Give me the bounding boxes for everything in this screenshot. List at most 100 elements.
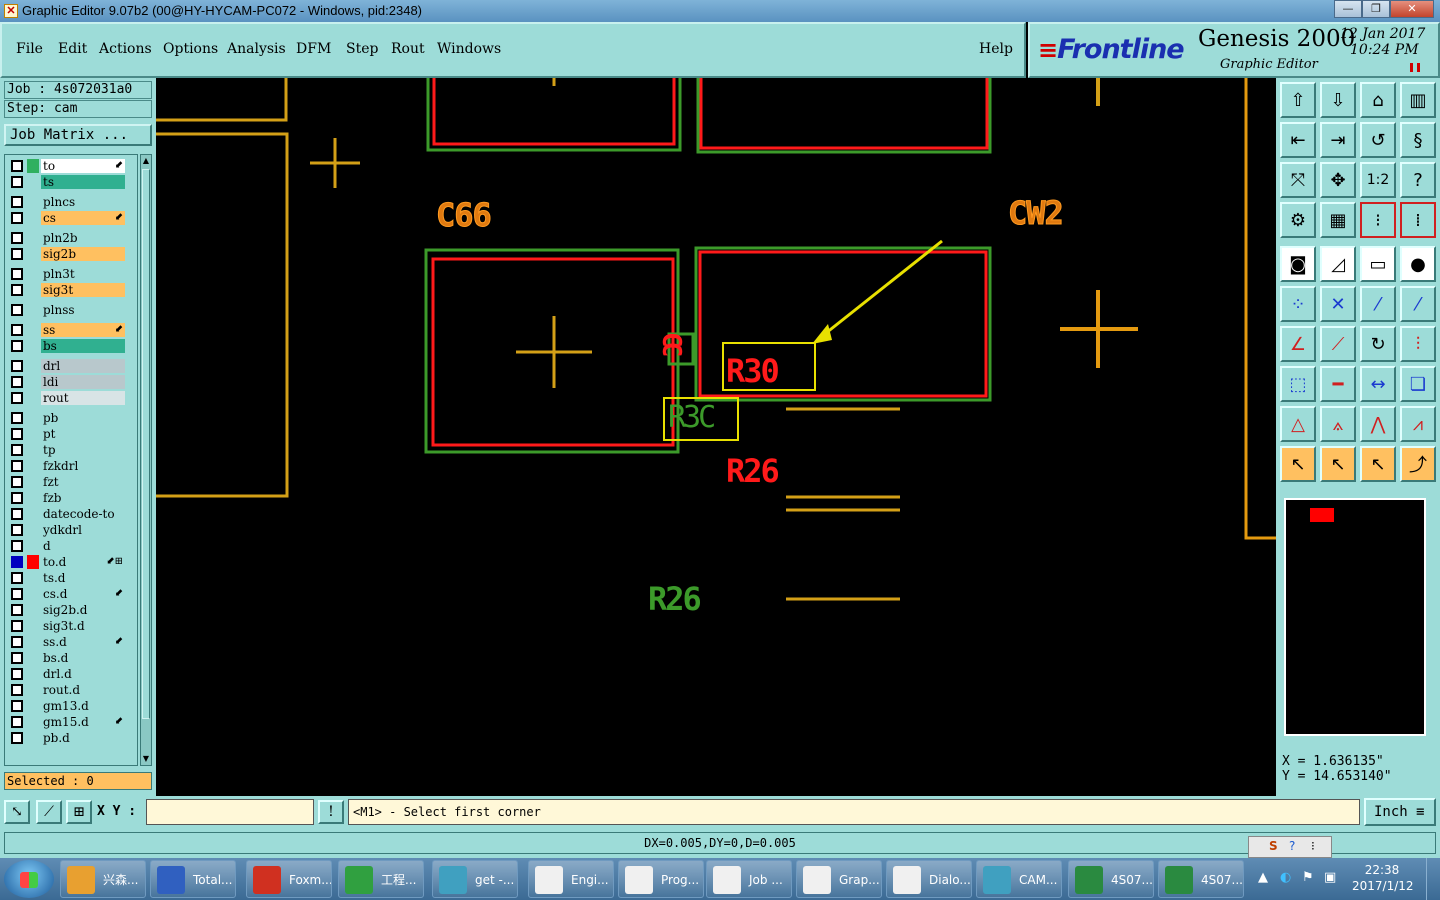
menu-analysis[interactable]: Analysis <box>227 41 286 57</box>
move-icon[interactable]: ⬚ <box>1280 366 1316 402</box>
layer-checkbox[interactable] <box>11 604 23 616</box>
layer-row[interactable]: plnss <box>5 302 137 318</box>
layer-row[interactable]: rout <box>5 390 137 406</box>
layer-checkbox[interactable] <box>11 196 23 208</box>
layer-checkbox[interactable] <box>11 428 23 440</box>
layer-row[interactable]: gm13.d <box>5 698 137 714</box>
select-circle-icon[interactable]: ↖ <box>1360 446 1396 482</box>
menu-windows[interactable]: Windows <box>437 41 501 57</box>
center-icon[interactable]: ✥ <box>1320 162 1356 198</box>
taskbar-item[interactable]: 4S07... <box>1158 860 1244 898</box>
layer-checkbox[interactable] <box>11 524 23 536</box>
layer-row[interactable]: ss.d ⬋ <box>5 634 137 650</box>
start-button[interactable] <box>4 860 54 898</box>
taskbar-clock[interactable]: 22:38 2017/1/12 <box>1352 862 1414 896</box>
layer-name[interactable]: ss ⬋ <box>41 323 125 337</box>
layer-name[interactable]: plncs <box>41 195 125 209</box>
zoom-in-icon[interactable]: ⇤ <box>1280 122 1316 158</box>
tray-network-app-icon[interactable]: ◐ <box>1280 870 1291 885</box>
peak-icon[interactable]: ⋀ <box>1360 406 1396 442</box>
layer-checkbox[interactable] <box>11 700 23 712</box>
job-matrix-button[interactable]: Job Matrix ... <box>4 124 152 146</box>
taskbar-item[interactable]: Dialo... <box>886 860 972 898</box>
layer-name[interactable]: gm13.d <box>41 699 125 713</box>
layer-name[interactable]: sig3t.d <box>41 619 125 633</box>
layer-name[interactable]: to ⬋ <box>41 159 125 173</box>
menu-actions[interactable]: Actions <box>99 41 152 57</box>
layer-row[interactable]: ss ⬋ <box>5 322 137 338</box>
layer-checkbox[interactable] <box>11 232 23 244</box>
layer-compare-icon[interactable]: ⁞ <box>1400 202 1436 238</box>
layer-row[interactable]: bs.d <box>5 650 137 666</box>
group-icon[interactable]: ❏ <box>1400 366 1436 402</box>
layer-row[interactable]: sig2b.d <box>5 602 137 618</box>
home-icon[interactable]: ⌂ <box>1360 82 1396 118</box>
layer-name[interactable]: bs <box>41 339 125 353</box>
layer-scrollbar[interactable]: ▲ ▼ <box>140 154 152 766</box>
menu-file[interactable]: File <box>16 41 43 57</box>
ruler-icon[interactable]: ▭ <box>1360 246 1396 282</box>
edge-icon[interactable]: ⫶ <box>1400 326 1436 362</box>
layer-checkbox[interactable] <box>11 268 23 280</box>
layer-row[interactable]: ldi <box>5 374 137 390</box>
minimize-button[interactable]: — <box>1334 0 1362 18</box>
layer-checkbox[interactable] <box>11 412 23 424</box>
scale-icon[interactable]: 1:2 <box>1360 162 1396 198</box>
layer-name[interactable]: pb.d <box>41 731 125 745</box>
layer-name[interactable]: pt <box>41 427 125 441</box>
layer-name[interactable]: bs.d <box>41 651 125 665</box>
layer-row[interactable]: datecode-to <box>5 506 137 522</box>
taskbar-item[interactable]: Foxm... <box>246 860 332 898</box>
layer-row[interactable]: cs.d ⬋ <box>5 586 137 602</box>
layer-checkbox[interactable] <box>11 732 23 744</box>
ime-menu-icon[interactable]: ⁝ <box>1311 839 1315 853</box>
snap-icon[interactable]: ◙ <box>1280 246 1316 282</box>
layer-name[interactable]: ldi <box>41 375 125 389</box>
unit-selector[interactable]: Inch ≡ <box>1364 798 1436 826</box>
taskbar-item[interactable]: 4S07... <box>1068 860 1154 898</box>
slash-icon[interactable]: ⟋ <box>1320 326 1356 362</box>
taskbar-item[interactable]: Job ... <box>706 860 792 898</box>
grid-toggle-icon[interactable]: ⊞ <box>66 800 92 824</box>
layer-name[interactable]: fzkdrl <box>41 459 125 473</box>
graphic-canvas[interactable]: C66 CW2 R30 R3C R26 R26 CC <box>156 66 1276 796</box>
layer-checkbox[interactable] <box>11 668 23 680</box>
layer-name[interactable]: d <box>41 539 125 553</box>
close-button[interactable]: ✕ <box>1390 0 1434 18</box>
layer-row[interactable]: drl.d <box>5 666 137 682</box>
layer-name[interactable]: drl <box>41 359 125 373</box>
layer-name[interactable]: rout <box>41 391 125 405</box>
layer-checkbox[interactable] <box>11 684 23 696</box>
layer-checkbox[interactable] <box>11 476 23 488</box>
ime-logo-icon[interactable]: S <box>1269 839 1278 853</box>
layer-row[interactable]: cs ⬋ <box>5 210 137 226</box>
layer-name[interactable]: plnss <box>41 303 125 317</box>
layer-row[interactable]: pln2b <box>5 230 137 246</box>
taskbar-item[interactable]: 兴森... <box>60 860 146 898</box>
taskbar-item[interactable]: Grap... <box>796 860 882 898</box>
layer-row[interactable]: fzt <box>5 474 137 490</box>
zoom-out-icon[interactable]: ⇥ <box>1320 122 1356 158</box>
layer-row[interactable]: drl <box>5 358 137 374</box>
layer-checkbox[interactable] <box>11 620 23 632</box>
menu-help[interactable]: Help <box>979 41 1013 57</box>
select-box-icon[interactable]: ↖ <box>1320 446 1356 482</box>
layer-name[interactable]: ss.d ⬋ <box>41 635 125 649</box>
layer-checkbox[interactable] <box>11 572 23 584</box>
layer-name[interactable]: pln3t <box>41 267 125 281</box>
layer-name[interactable]: sig3t <box>41 283 125 297</box>
layer-name[interactable]: to.d ⬋⊞ <box>41 555 125 569</box>
taskbar-item[interactable]: get -... <box>432 860 518 898</box>
layer-checkbox[interactable] <box>11 460 23 472</box>
taskbar-item[interactable]: Total... <box>150 860 236 898</box>
taskbar-item[interactable]: Prog... <box>618 860 704 898</box>
menu-rout[interactable]: Rout <box>391 41 425 57</box>
layer-checkbox[interactable] <box>11 376 23 388</box>
cross-icon[interactable]: ✕ <box>1320 286 1356 322</box>
taskbar-item[interactable]: CAM... <box>976 860 1062 898</box>
layer-row[interactable]: sig3t <box>5 282 137 298</box>
layer-checkbox[interactable] <box>11 556 23 568</box>
distance-icon[interactable]: ↔ <box>1360 366 1396 402</box>
menu-edit[interactable]: Edit <box>58 41 87 57</box>
help-icon[interactable]: ? <box>1400 162 1436 198</box>
